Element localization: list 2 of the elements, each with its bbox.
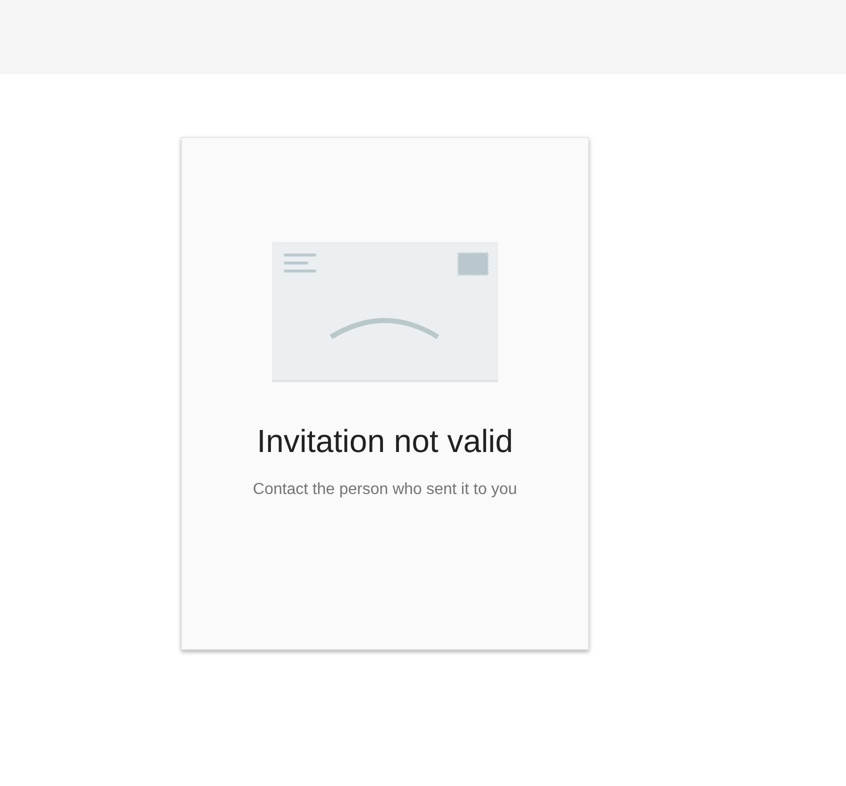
error-title: Invitation not valid [256,422,514,461]
error-message: Contact the person who sent it to you [252,480,518,500]
